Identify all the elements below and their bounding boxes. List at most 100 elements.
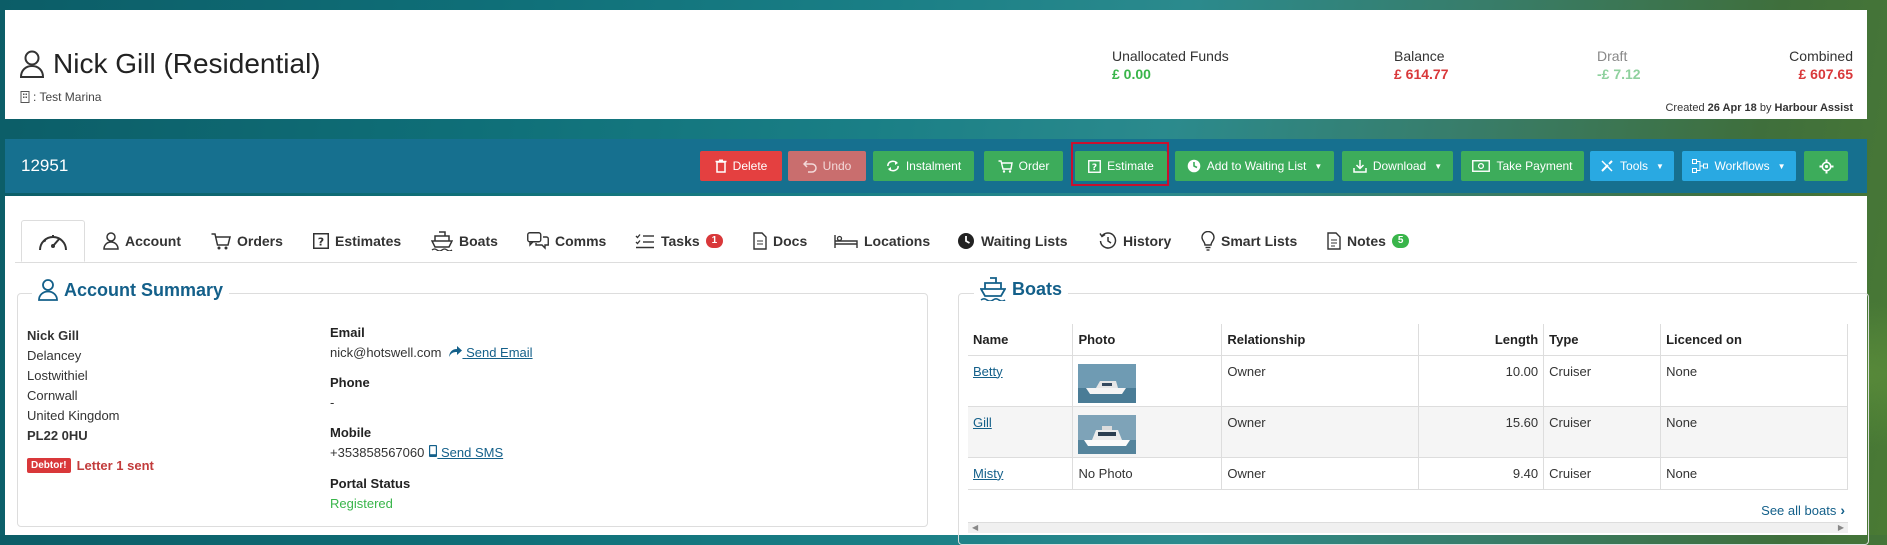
bulb-icon [1201, 231, 1215, 251]
add-to-waiting-list-button[interactable]: Add to Waiting List ▼ [1175, 151, 1334, 181]
svg-text:?: ? [318, 236, 324, 249]
boat-type: Cruiser [1543, 457, 1662, 490]
clock-icon [1187, 159, 1201, 173]
column-header-name[interactable]: Name [968, 324, 1074, 356]
tab-bar: Account Orders ? Estimates Boats Comms T… [15, 220, 1857, 263]
horizontal-scrollbar[interactable]: ◀ ▶ [968, 522, 1848, 533]
draft-value: -£ 7.12 [1597, 66, 1641, 82]
mobile-value: +353858567060 [330, 445, 425, 460]
chat-icon [527, 232, 549, 250]
mobile-block: Mobile +353858567060 Send SMS [330, 425, 503, 460]
address-postcode: PL22 0HU [27, 428, 88, 443]
notes-count-badge: 5 [1391, 234, 1410, 248]
tab-estimates[interactable]: ? Estimates [313, 220, 401, 262]
trash-icon [715, 159, 727, 173]
portal-status-label: Portal Status [330, 476, 411, 491]
see-all-boats-label: See all boats [1761, 502, 1837, 518]
tab-waiting-lists[interactable]: Waiting Lists [957, 220, 1068, 262]
boat-photo[interactable] [1078, 363, 1137, 403]
phone-label: Phone [330, 375, 370, 390]
money-icon [1472, 160, 1491, 172]
scroll-left-icon[interactable]: ◀ [972, 523, 978, 532]
undo-button[interactable]: Undo [788, 151, 866, 181]
tab-tasks[interactable]: Tasks 1 [635, 220, 724, 262]
column-header-licenced-on[interactable]: Licenced on [1660, 324, 1848, 356]
boat-length: 10.00 [1418, 355, 1545, 407]
address-name: Nick Gill [27, 328, 80, 343]
boats-table: Name Photo Relationship Length Type Lice… [968, 324, 1848, 490]
debtor-badge: Debtor! [27, 458, 71, 473]
see-all-boats-link[interactable]: See all boats › [1761, 502, 1845, 518]
column-header-photo[interactable]: Photo [1072, 324, 1223, 356]
chevron-down-icon: ▼ [1434, 161, 1443, 171]
tab-history[interactable]: History [1099, 220, 1171, 262]
boat-name-link[interactable]: Gill [973, 415, 992, 430]
send-email-link[interactable]: Send Email [449, 345, 533, 360]
boat-licenced-on: None [1660, 406, 1848, 458]
estimate-highlight [1071, 142, 1169, 186]
address-line: United Kingdom [27, 408, 120, 423]
tab-docs[interactable]: Docs [753, 220, 807, 262]
instalment-button[interactable]: Instalment [873, 151, 974, 181]
column-header-relationship[interactable]: Relationship [1221, 324, 1420, 356]
boat-relationship: Owner [1221, 355, 1420, 407]
send-sms-label: Send SMS [440, 445, 504, 460]
tab-label: Boats [459, 233, 498, 249]
address-line: Delancey [27, 348, 82, 363]
tab-dashboard[interactable] [21, 220, 85, 262]
tab-label: Tasks [661, 233, 700, 249]
customer-title: Nick Gill (Residential) [19, 48, 321, 80]
user-icon [103, 232, 119, 250]
order-button[interactable]: Order [984, 151, 1063, 181]
created-by: Harbour Assist [1774, 102, 1853, 114]
refresh-icon [887, 160, 899, 172]
table-row: Misty No Photo Owner 9.40 Cruiser None [968, 457, 1848, 490]
boat-licenced-on: None [1660, 457, 1848, 490]
bed-icon [834, 235, 858, 248]
tab-locations[interactable]: Locations [834, 220, 930, 262]
tab-boats[interactable]: Boats [431, 220, 498, 262]
boat-length: 15.60 [1418, 406, 1545, 458]
cart-icon [998, 159, 1013, 173]
tab-comms[interactable]: Comms [527, 220, 606, 262]
boat-licenced-on: None [1660, 355, 1848, 407]
tab-smart-lists[interactable]: Smart Lists [1201, 220, 1297, 262]
tools-button[interactable]: Tools ▼ [1590, 151, 1674, 181]
marina-line: : Test Marina [20, 90, 101, 104]
tab-label: Estimates [335, 233, 402, 249]
send-email-label: Send Email [466, 345, 533, 360]
column-header-length[interactable]: Length [1418, 324, 1545, 356]
boat-name-link[interactable]: Misty [973, 466, 1003, 481]
table-header-row: Name Photo Relationship Length Type Lice… [968, 324, 1848, 356]
settings-button[interactable] [1804, 151, 1848, 181]
scroll-right-icon[interactable]: ▶ [1838, 523, 1844, 532]
take-payment-button[interactable]: Take Payment [1461, 151, 1584, 181]
balance-label: Balance [1394, 48, 1445, 64]
ship-icon [980, 277, 1006, 301]
chevron-down-icon: ▼ [1656, 161, 1664, 171]
column-header-type[interactable]: Type [1543, 324, 1662, 356]
download-button[interactable]: Download ▼ [1342, 151, 1453, 181]
action-toolbar: 12951 Delete Undo Instalment Order ? Est… [5, 139, 1867, 193]
combined-value: £ 607.65 [1798, 66, 1854, 82]
table-row: Betty Owner 10.00 Cruiser None [968, 355, 1848, 407]
address-line: Cornwall [27, 388, 78, 403]
created-info: Created 26 Apr 18 by Harbour Assist [1665, 102, 1853, 114]
question-icon: ? [313, 233, 329, 249]
boats-title: Boats [1012, 278, 1063, 299]
balance: Balance £ 614.77 [1394, 48, 1449, 82]
send-sms-link[interactable]: Send SMS [429, 445, 503, 460]
workflows-button[interactable]: Workflows ▼ [1682, 151, 1796, 181]
tab-account[interactable]: Account [103, 220, 181, 262]
boat-photo[interactable] [1078, 414, 1137, 454]
download-icon [1353, 160, 1367, 173]
tab-notes[interactable]: Notes 5 [1327, 220, 1410, 262]
delete-button[interactable]: Delete [700, 151, 782, 181]
gear-icon [1819, 159, 1833, 173]
draft: Draft -£ 7.12 [1597, 48, 1641, 82]
tab-orders[interactable]: Orders [211, 220, 283, 262]
boat-name-link[interactable]: Betty [973, 364, 1003, 379]
unallocated-value: £ 0.00 [1112, 66, 1151, 82]
tab-label: Locations [864, 233, 931, 249]
take-payment-label: Take Payment [1496, 159, 1573, 173]
